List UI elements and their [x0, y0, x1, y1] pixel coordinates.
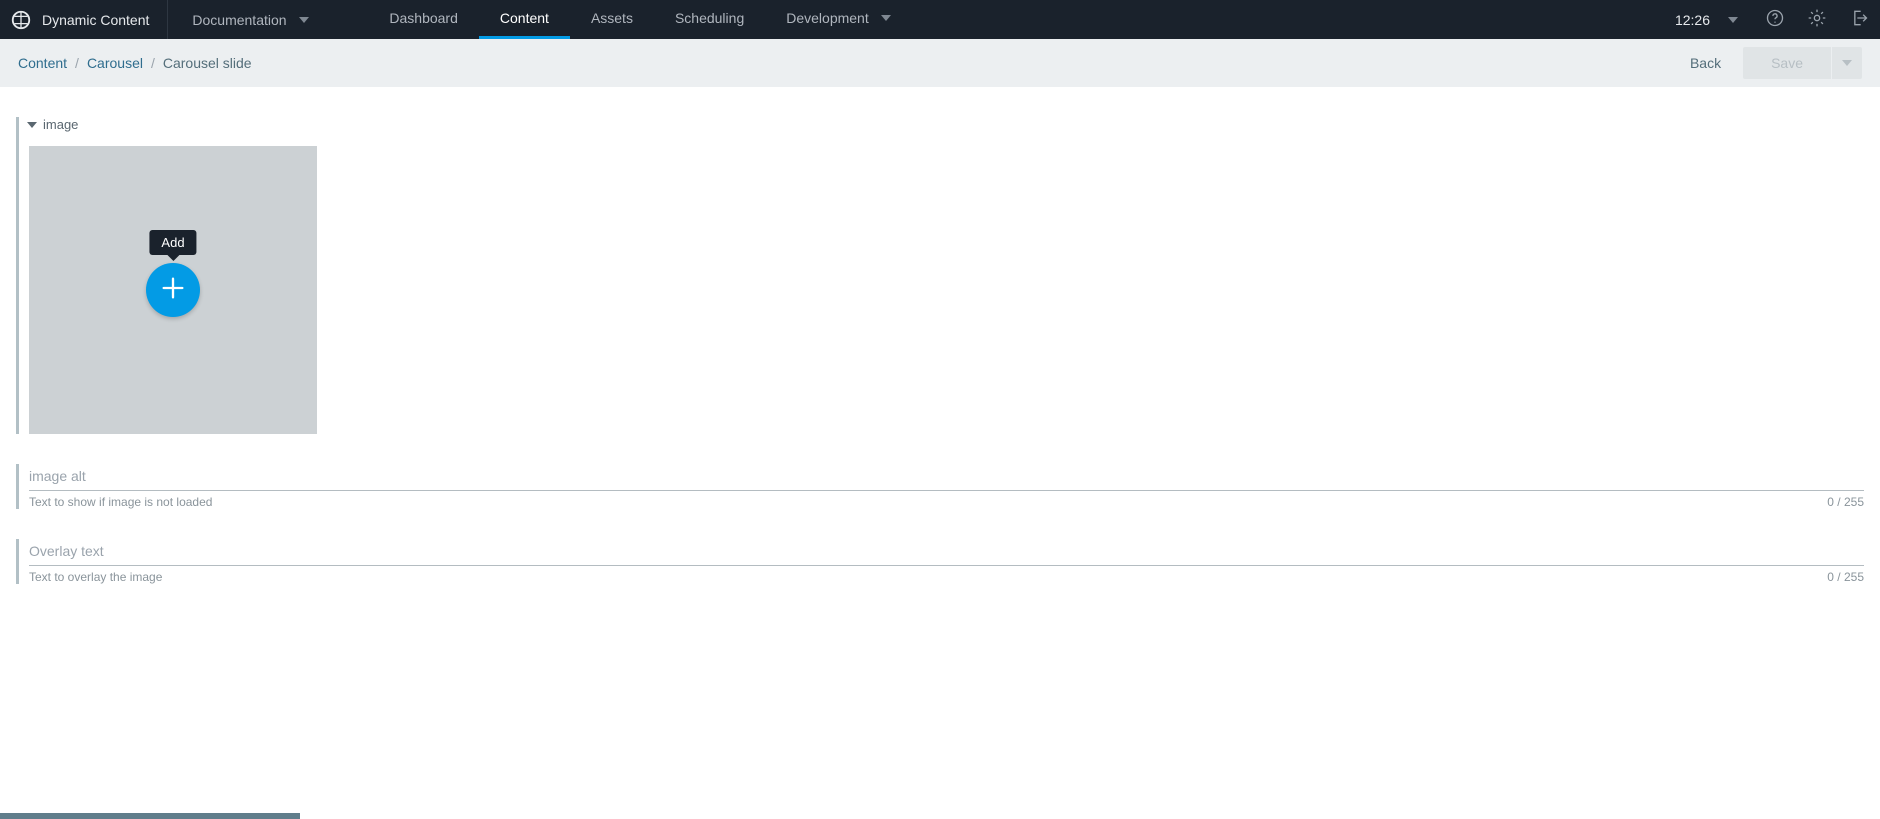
nav-scheduling[interactable]: Scheduling: [654, 0, 765, 39]
nav-dashboard-label: Dashboard: [389, 10, 458, 26]
overlay-text-hint: Text to overlay the image: [29, 570, 162, 584]
nav-content-label: Content: [500, 10, 549, 26]
nav-assets-label: Assets: [591, 10, 633, 26]
sub-bar: Content / Carousel / Carousel slide Back…: [0, 39, 1880, 87]
chevron-down-icon: [299, 17, 309, 23]
breadcrumb-current: Carousel slide: [163, 55, 252, 71]
nav-development-label: Development: [786, 10, 869, 26]
clock-selector[interactable]: 12:26: [1659, 0, 1754, 39]
nav-development[interactable]: Development: [765, 0, 912, 39]
chevron-down-icon: [1728, 17, 1738, 23]
brand: Dynamic Content: [0, 0, 168, 39]
chevron-down-icon: [1842, 60, 1852, 66]
add-tooltip: Add: [149, 230, 196, 255]
carousel-indicator-bar: [0, 813, 300, 819]
brand-name: Dynamic Content: [42, 12, 149, 28]
image-field-header[interactable]: image: [29, 117, 1864, 132]
image-alt-hint: Text to show if image is not loaded: [29, 495, 212, 509]
overlay-text-counter: 0 / 255: [1827, 570, 1864, 584]
logout-icon: [1849, 8, 1869, 31]
gear-icon: [1807, 8, 1827, 31]
add-image-button[interactable]: [146, 263, 200, 317]
breadcrumb-carousel[interactable]: Carousel: [87, 55, 143, 71]
main-nav: Dashboard Content Assets Scheduling Deve…: [368, 0, 911, 39]
editor-body: image Add Text to show if image is not l…: [0, 117, 1880, 584]
nav-scheduling-label: Scheduling: [675, 10, 744, 26]
breadcrumb-content[interactable]: Content: [18, 55, 67, 71]
nav-assets[interactable]: Assets: [570, 0, 654, 39]
top-bar: Dynamic Content Documentation Dashboard …: [0, 0, 1880, 39]
settings-button[interactable]: [1796, 0, 1838, 39]
image-field-group: image Add: [16, 117, 1864, 434]
nav-dashboard[interactable]: Dashboard: [368, 0, 479, 39]
logout-button[interactable]: [1838, 0, 1880, 39]
clock-time: 12:26: [1675, 12, 1710, 28]
image-alt-field: Text to show if image is not loaded 0 / …: [16, 464, 1864, 509]
nav-content[interactable]: Content: [479, 0, 570, 39]
save-button-caret[interactable]: [1832, 47, 1862, 79]
hub-selector[interactable]: Documentation: [168, 0, 368, 39]
overlay-text-input[interactable]: [29, 539, 1864, 566]
help-icon: [1765, 8, 1785, 31]
help-button[interactable]: [1754, 0, 1796, 39]
overlay-text-field: Text to overlay the image 0 / 255: [16, 539, 1864, 584]
chevron-down-icon: [881, 15, 891, 21]
chevron-down-icon: [27, 122, 37, 128]
brand-logo-icon: [10, 9, 32, 31]
plus-icon: [159, 274, 187, 307]
back-button[interactable]: Back: [1668, 47, 1743, 79]
image-dropzone[interactable]: Add: [29, 146, 317, 434]
breadcrumb: Content / Carousel / Carousel slide: [18, 55, 1668, 71]
image-alt-counter: 0 / 255: [1827, 495, 1864, 509]
breadcrumb-separator: /: [75, 55, 79, 71]
save-button-group: Save: [1743, 47, 1862, 79]
save-button[interactable]: Save: [1743, 47, 1831, 79]
breadcrumb-separator: /: [151, 55, 155, 71]
image-alt-input[interactable]: [29, 464, 1864, 491]
image-field-title: image: [43, 117, 78, 132]
hub-selector-label: Documentation: [192, 12, 286, 28]
